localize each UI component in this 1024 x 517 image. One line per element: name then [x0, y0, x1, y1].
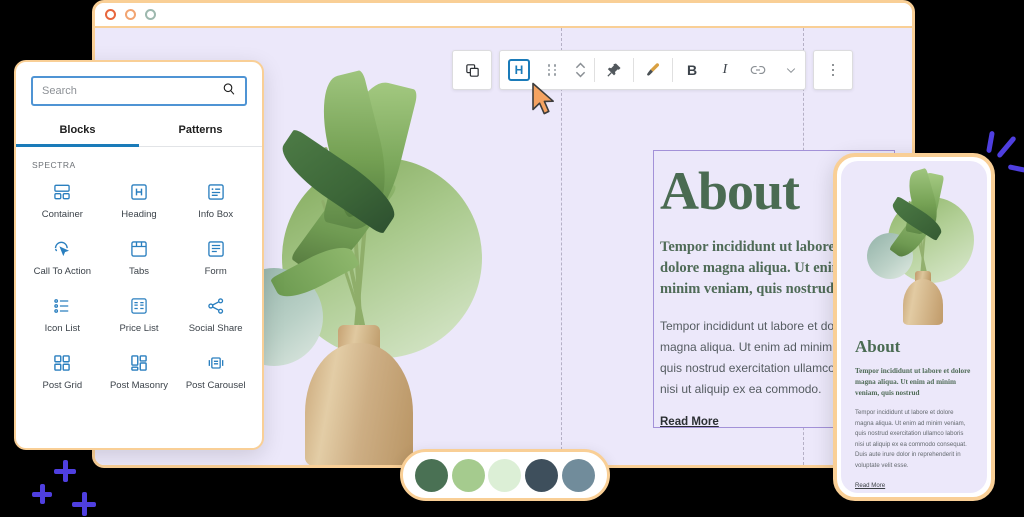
- mobile-read-more-link[interactable]: Read More: [855, 482, 885, 489]
- tabs-icon: [129, 239, 149, 259]
- search-input[interactable]: [42, 85, 222, 97]
- container-icon: [52, 182, 72, 202]
- mouse-cursor-icon: [531, 82, 558, 121]
- spark-mark-icon: [996, 135, 1017, 159]
- block-item-form[interactable]: Form: [177, 235, 254, 281]
- block-item-info-box[interactable]: Info Box: [177, 178, 254, 224]
- mobile-subheading: Tempor incididunt ut labore et dolore ma…: [855, 367, 971, 397]
- block-item-price-list[interactable]: Price List: [101, 292, 178, 338]
- inserter-tabs: Blocks Patterns: [16, 115, 262, 147]
- post-carousel-icon: [206, 353, 226, 373]
- post-grid-icon: [52, 353, 72, 373]
- spark-mark-icon: [986, 130, 995, 154]
- more-rich-text-button[interactable]: [777, 51, 805, 89]
- block-label: Post Masonry: [109, 380, 169, 391]
- link-button[interactable]: [739, 51, 777, 89]
- search-container: [16, 62, 262, 115]
- price-list-icon: [129, 296, 149, 316]
- color-palette-bar[interactable]: [400, 449, 610, 501]
- call-to-action-icon: [52, 239, 72, 259]
- select-parent-block-button[interactable]: [453, 51, 491, 89]
- block-toolbar: H B I: [452, 50, 853, 90]
- color-swatch-slate-dark[interactable]: [525, 458, 559, 492]
- italic-icon: I: [722, 62, 728, 77]
- block-item-post-grid[interactable]: Post Grid: [24, 349, 101, 395]
- block-grid: Container Heading Info Box Call To Actio…: [16, 174, 262, 405]
- paintbrush-button[interactable]: [634, 51, 672, 89]
- post-masonry-icon: [129, 353, 149, 373]
- browser-titlebar: [95, 3, 912, 28]
- toolbar-group-parent: [452, 50, 492, 90]
- mobile-preview[interactable]: About Tempor incididunt ut labore et dol…: [833, 153, 995, 501]
- block-label: Tabs: [128, 266, 150, 277]
- block-item-post-carousel[interactable]: Post Carousel: [177, 349, 254, 395]
- color-swatch-pale-green[interactable]: [488, 458, 522, 492]
- drag-handle-icon: [547, 64, 557, 76]
- tab-patterns[interactable]: Patterns: [139, 115, 262, 147]
- mobile-plant-illustration: [841, 161, 987, 333]
- block-label: Price List: [119, 323, 159, 334]
- color-swatch-slate-blue[interactable]: [562, 458, 596, 492]
- spark-mark-icon: [1007, 164, 1024, 173]
- block-label: Container: [41, 209, 83, 220]
- icon-list-icon: [52, 296, 72, 316]
- stage: About Tempor incididunt ut labore et dol…: [0, 0, 1024, 517]
- sparkle-plus-icon: [72, 492, 96, 516]
- block-label: Social Share: [188, 323, 243, 334]
- italic-button[interactable]: I: [711, 51, 739, 89]
- mobile-screen: About Tempor incididunt ut labore et dol…: [841, 161, 987, 493]
- block-inserter-panel[interactable]: Blocks Patterns SPECTRA Container: [14, 60, 264, 450]
- about-read-more-link[interactable]: Read More: [660, 416, 719, 428]
- info-box-icon: [206, 182, 226, 202]
- bold-button[interactable]: B: [673, 51, 711, 89]
- pin-button[interactable]: [595, 51, 633, 89]
- block-item-tabs[interactable]: Tabs: [101, 235, 178, 281]
- move-block-button[interactable]: [566, 51, 594, 89]
- window-close-button[interactable]: [105, 9, 116, 20]
- block-label: Post Grid: [42, 380, 83, 391]
- window-maximize-button[interactable]: [145, 9, 156, 20]
- block-options-button[interactable]: [814, 51, 852, 89]
- social-share-icon: [206, 296, 226, 316]
- search-box[interactable]: [31, 76, 247, 106]
- heading-icon: H: [508, 59, 530, 81]
- mobile-heading: About: [855, 337, 901, 356]
- kebab-menu-icon: [831, 63, 835, 77]
- color-swatch-dark-green[interactable]: [414, 458, 448, 492]
- section-label-spectra: SPECTRA: [32, 160, 76, 170]
- mobile-content: About Tempor incididunt ut labore et dol…: [841, 333, 987, 492]
- sparkle-plus-icon: [54, 460, 76, 482]
- wooden-vase: [903, 279, 943, 325]
- block-label: Icon List: [44, 323, 81, 334]
- block-label: Call To Action: [33, 266, 92, 277]
- search-icon[interactable]: [222, 82, 236, 101]
- bold-icon: B: [686, 62, 698, 78]
- block-label: Info Box: [198, 209, 234, 220]
- heading-icon: [129, 182, 149, 202]
- block-label: Post Carousel: [185, 380, 246, 391]
- block-item-social-share[interactable]: Social Share: [177, 292, 254, 338]
- block-label: Form: [204, 266, 227, 277]
- block-item-container[interactable]: Container: [24, 178, 101, 224]
- sparkle-plus-icon: [32, 484, 52, 504]
- block-item-icon-list[interactable]: Icon List: [24, 292, 101, 338]
- wooden-vase: [305, 343, 413, 465]
- window-minimize-button[interactable]: [125, 9, 136, 20]
- block-label: Heading: [121, 209, 157, 220]
- block-item-call-to-action[interactable]: Call To Action: [24, 235, 101, 281]
- block-item-post-masonry[interactable]: Post Masonry: [101, 349, 178, 395]
- mobile-body-text: Tempor incididunt ut labore et dolore ma…: [855, 409, 967, 469]
- color-swatch-light-green[interactable]: [451, 458, 485, 492]
- form-icon: [206, 239, 226, 259]
- toolbar-group-options: [813, 50, 853, 90]
- layout-guide-left: [561, 28, 562, 465]
- tab-blocks[interactable]: Blocks: [16, 115, 139, 147]
- block-item-heading[interactable]: Heading: [101, 178, 178, 224]
